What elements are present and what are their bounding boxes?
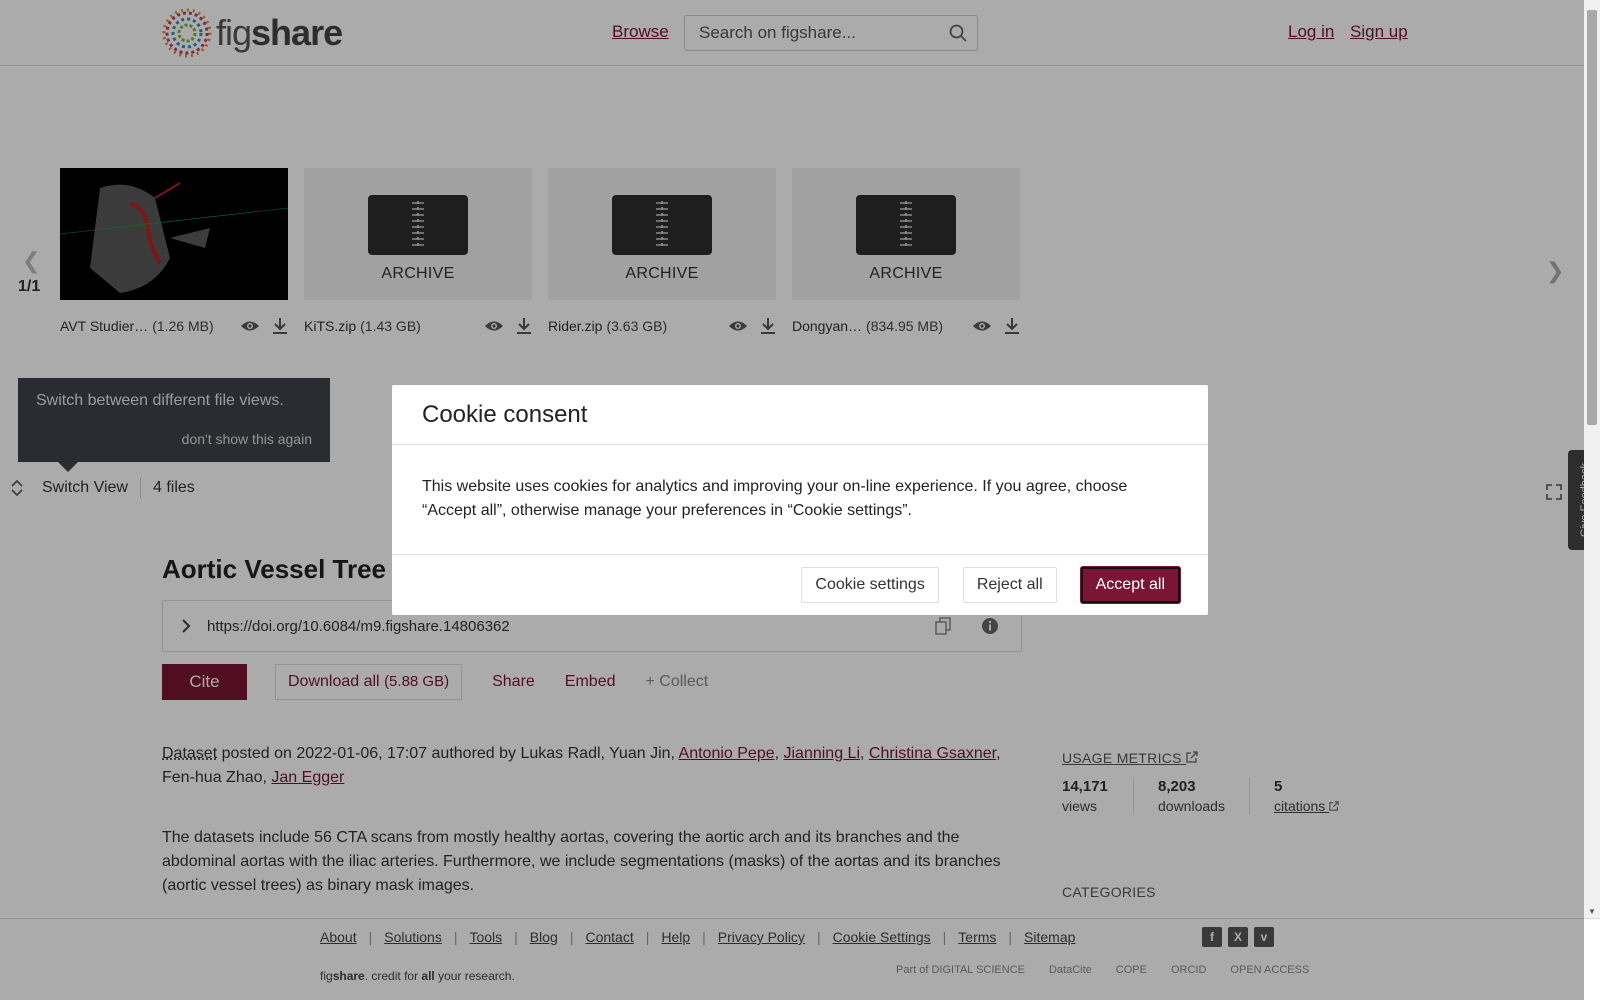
cookie-dialog-body: This website uses cookies for analytics …	[392, 445, 1208, 555]
reject-all-button[interactable]: Reject all	[963, 567, 1057, 603]
scroll-down-icon[interactable]: ▼	[1588, 907, 1596, 916]
page-scrollbar[interactable]: ▼	[1584, 0, 1600, 918]
cookie-consent-dialog: Cookie consent This website uses cookies…	[392, 385, 1208, 615]
accept-all-button[interactable]: Accept all	[1081, 567, 1180, 603]
cookie-settings-button[interactable]: Cookie settings	[801, 567, 938, 603]
cookie-dialog-actions: Cookie settings Reject all Accept all	[392, 555, 1208, 615]
scrollbar-thumb[interactable]	[1587, 10, 1597, 425]
cookie-dialog-title: Cookie consent	[392, 385, 1208, 445]
